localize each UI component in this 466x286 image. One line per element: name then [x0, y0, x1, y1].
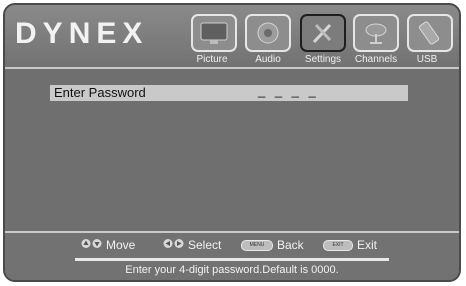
hint-back: MENU Back — [241, 238, 304, 252]
logo-letter: X — [122, 17, 149, 50]
hint-exit: EXIT Exit — [323, 238, 377, 252]
menu-header: D Y N E X Picture Audio Settings Channel… — [5, 5, 459, 69]
help-message: Enter your 4-digit password.Default is 0… — [125, 264, 339, 276]
tab-settings-label: Settings — [304, 54, 342, 65]
tab-settings[interactable] — [300, 14, 346, 52]
speaker-icon — [257, 22, 279, 44]
logo-letter: Y — [42, 17, 69, 50]
tab-picture-label: Picture — [196, 54, 228, 65]
menu-key-icon: MENU — [241, 239, 273, 251]
tab-usb-label: USB — [416, 54, 438, 65]
up-down-arrows-icon — [81, 238, 103, 252]
hint-exit-label: Exit — [357, 238, 378, 252]
tv-osd-frame: D Y N E X Picture Audio Settings Channel… — [3, 3, 461, 282]
settings-content: Enter Password _ _ _ _ — [5, 69, 459, 233]
footer-divider — [75, 258, 389, 261]
password-input[interactable]: _ _ _ _ — [258, 83, 319, 99]
dynex-logo: D Y N E X — [15, 19, 148, 49]
tools-icon — [312, 23, 332, 44]
hint-back-label: Back — [277, 238, 304, 252]
tab-audio[interactable] — [245, 14, 291, 52]
usb-drive-icon — [418, 21, 440, 45]
logo-letter: N — [68, 17, 97, 50]
password-row[interactable]: Enter Password _ _ _ _ — [50, 83, 408, 101]
hint-move: Move — [81, 238, 135, 252]
tab-picture[interactable] — [191, 14, 237, 52]
footer-help: Move Select MENU Back EXIT Exit Enter yo… — [5, 233, 459, 280]
logo-letter: E — [96, 17, 123, 50]
left-right-arrows-icon — [163, 238, 185, 252]
exit-key-icon: EXIT — [323, 239, 353, 251]
satellite-dish-icon — [365, 23, 387, 44]
logo-letter: D — [15, 17, 43, 50]
hint-move-label: Move — [106, 238, 136, 252]
hint-select: Select — [163, 238, 221, 252]
password-label: Enter Password — [54, 85, 146, 100]
tv-icon — [200, 22, 228, 44]
tab-audio-label: Audio — [255, 54, 281, 65]
tab-channels[interactable] — [353, 14, 399, 52]
hint-select-label: Select — [188, 238, 222, 252]
tab-usb[interactable] — [407, 14, 453, 52]
